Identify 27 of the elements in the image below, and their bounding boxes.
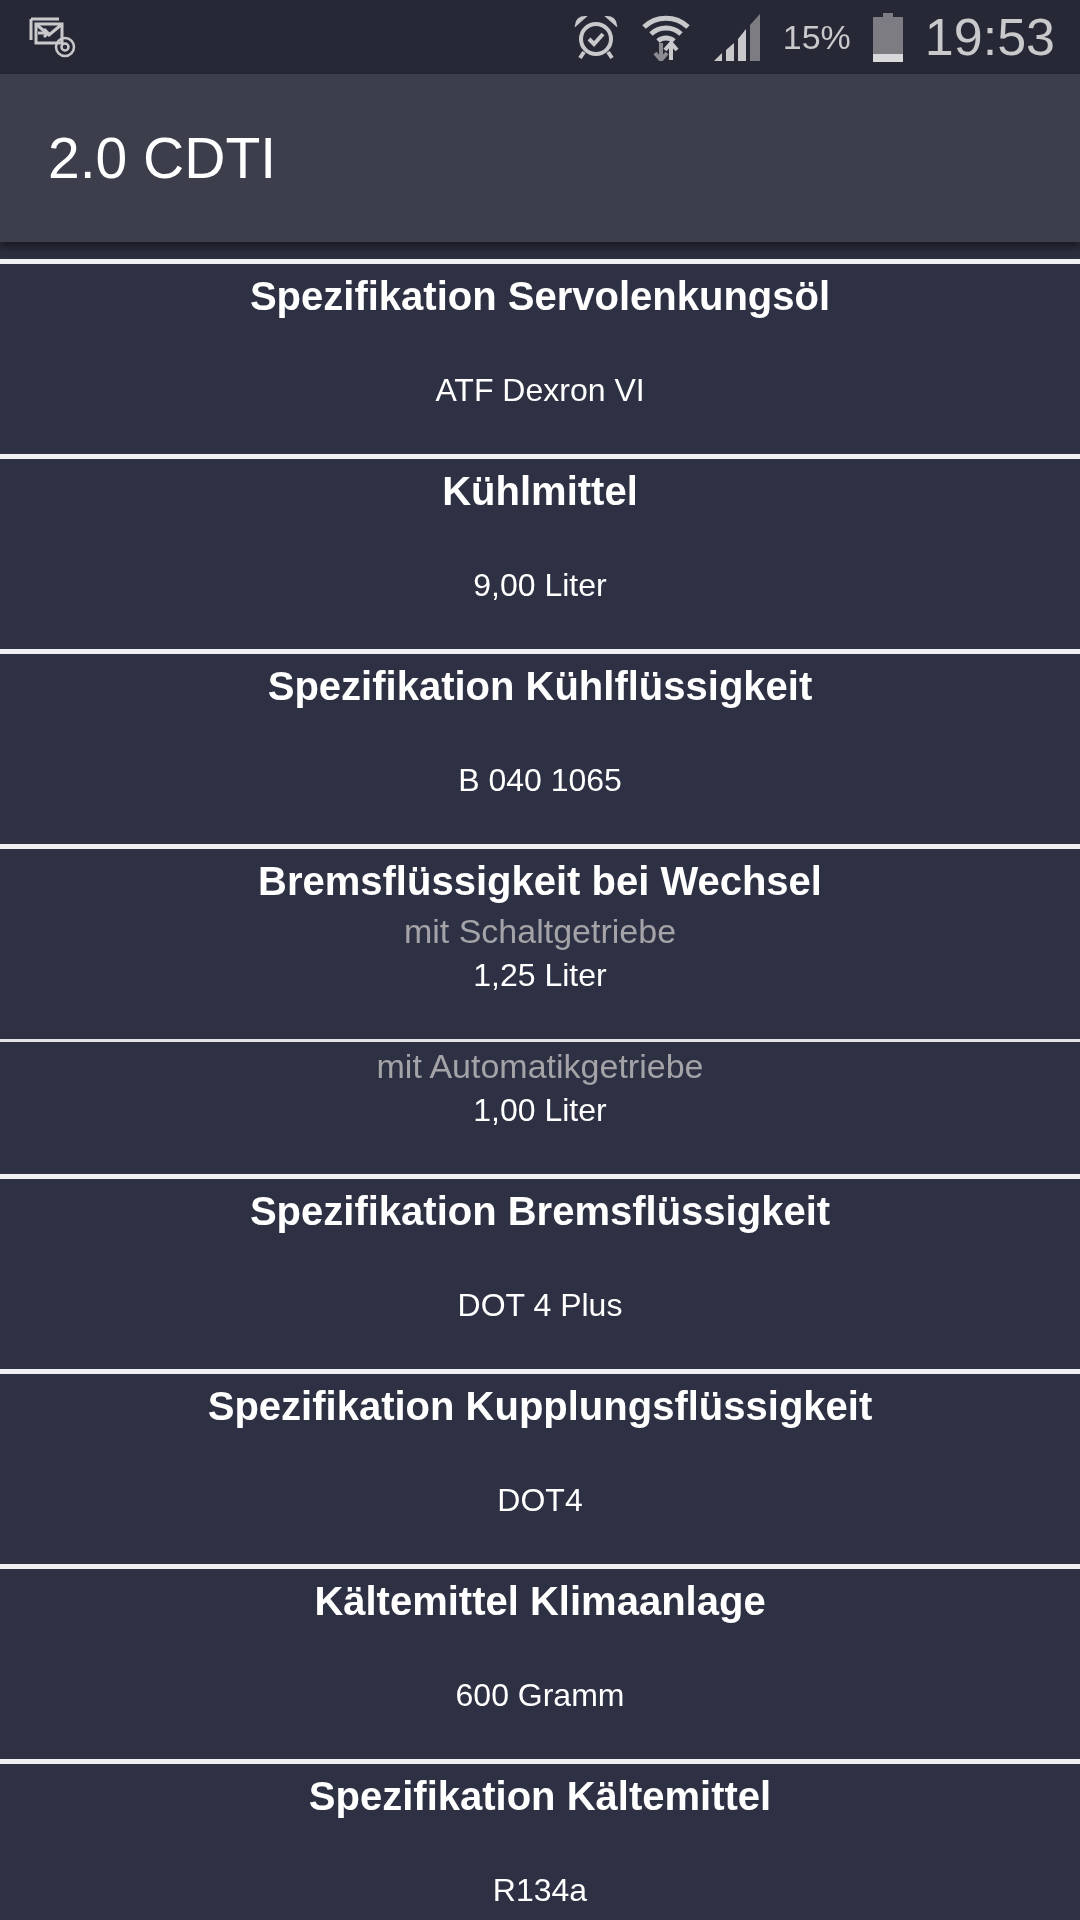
clock-time: 19:53: [924, 11, 1055, 63]
battery-icon: [872, 12, 903, 62]
spec-value: DOT4: [496, 1481, 584, 1520]
wifi-icon: [640, 13, 691, 61]
spec-title: Kältemittel Klimaanlage: [313, 1578, 767, 1625]
spec-title: Bremsflüssigkeit bei Wechsel: [257, 858, 823, 905]
spec-title: Kühlmittel: [441, 468, 639, 515]
variant-label: mit Schaltgetriebe: [402, 911, 678, 952]
app-title: 2.0 CDTI: [48, 129, 277, 187]
mail-notification-icon: [29, 16, 76, 58]
battery-percent: 15%: [782, 20, 851, 54]
spec-title: Spezifikation Kupplungsflüssigkeit: [206, 1383, 874, 1430]
spec-value: 9,00 Liter: [472, 566, 608, 605]
spec-title: Spezifikation Bremsflüssigkeit: [248, 1188, 832, 1235]
spec-title: Spezifikation Kältemittel: [307, 1773, 773, 1820]
spec-value: 1,00 Liter: [472, 1091, 608, 1130]
spec-value: B 040 1065: [457, 761, 623, 800]
alarm-clock-icon: [572, 14, 619, 60]
spec-title: Spezifikation Servolenkungsöl: [248, 273, 832, 320]
spec-title: Spezifikation Kühlflüssigkeit: [266, 663, 814, 710]
spec-value: DOT 4 Plus: [456, 1286, 624, 1325]
variant-label: mit Automatikgetriebe: [375, 1046, 705, 1087]
spec-value: 1,25 Liter: [472, 956, 608, 995]
spec-value: R134a: [491, 1871, 589, 1910]
spec-value: ATF Dexron VI: [434, 371, 646, 410]
spec-value: 600 Gramm: [454, 1676, 626, 1715]
signal-icon: [712, 13, 761, 61]
